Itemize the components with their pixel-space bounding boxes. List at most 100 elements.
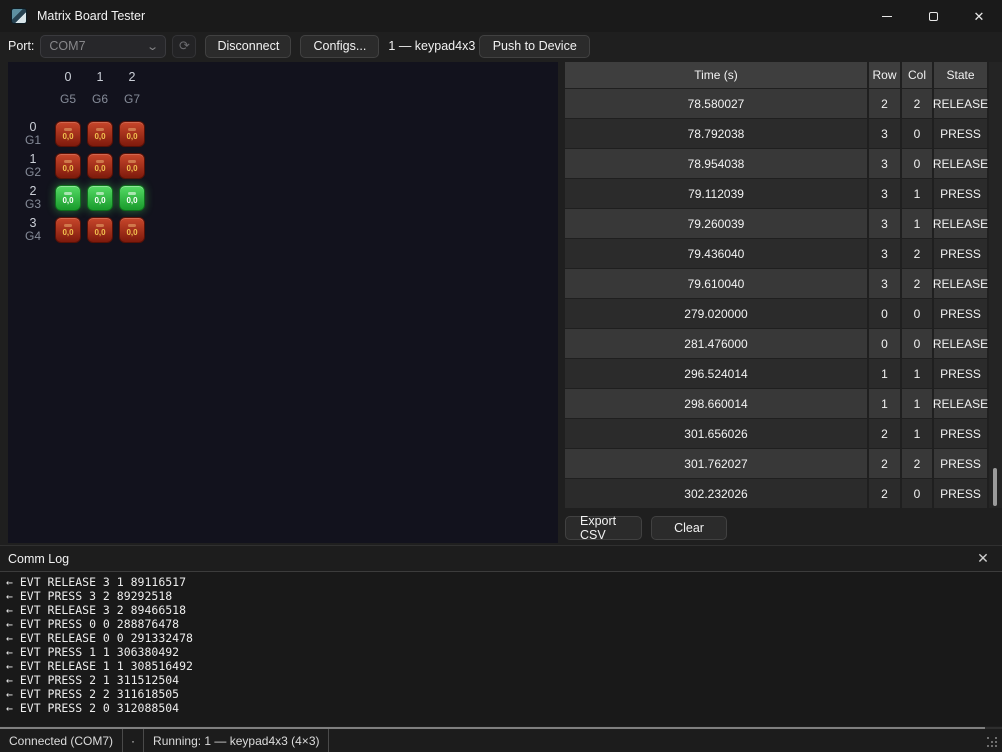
cell-col[interactable]: 2 — [902, 269, 932, 298]
push-to-device-button[interactable]: Push to Device — [479, 35, 590, 58]
matrix-row-label: 1 G2 — [14, 150, 52, 182]
cell-row[interactable]: 2 — [869, 449, 900, 478]
key-r0c1[interactable]: 0,0 — [87, 121, 113, 147]
cell-col[interactable]: 0 — [902, 299, 932, 328]
maximize-button[interactable] — [910, 0, 956, 32]
column-header-row[interactable]: Row — [869, 62, 900, 88]
cell-col[interactable]: 2 — [902, 239, 932, 268]
cell-col[interactable]: 0 — [902, 119, 932, 148]
clear-button[interactable]: Clear — [651, 516, 727, 540]
cell-col[interactable]: 1 — [902, 419, 932, 448]
cell-time[interactable]: 279.020000 — [565, 299, 867, 328]
column-header-time[interactable]: Time (s) — [565, 62, 867, 88]
key-r2c2[interactable]: 0,0 — [119, 185, 145, 211]
cell-col[interactable]: 0 — [902, 149, 932, 178]
cell-time[interactable]: 78.792038 — [565, 119, 867, 148]
refresh-ports-button[interactable]: ⟳ — [172, 35, 196, 58]
cell-state[interactable]: PRESS — [934, 119, 987, 148]
key-r1c0[interactable]: 0,0 — [55, 153, 81, 179]
cell-row[interactable]: 3 — [869, 209, 900, 238]
cell-time[interactable]: 79.436040 — [565, 239, 867, 268]
cell-state[interactable]: PRESS — [934, 239, 987, 268]
connection-status: Connected (COM7) — [0, 729, 123, 752]
key-r2c0[interactable]: 0,0 — [55, 185, 81, 211]
cell-row[interactable]: 2 — [869, 419, 900, 448]
key-r1c1[interactable]: 0,0 — [87, 153, 113, 179]
table-scrollbar-thumb[interactable] — [993, 468, 997, 506]
cell-time[interactable]: 78.954038 — [565, 149, 867, 178]
cell-row[interactable]: 1 — [869, 389, 900, 418]
cell-row[interactable]: 3 — [869, 269, 900, 298]
cell-time[interactable]: 298.660014 — [565, 389, 867, 418]
status-bar: Connected (COM7) · Running: 1 — keypad4x… — [0, 729, 1002, 752]
cell-state[interactable]: RELEASE — [934, 89, 987, 118]
comm-log-close-button[interactable]: ✕ — [974, 550, 992, 568]
cell-col[interactable]: 0 — [902, 479, 932, 508]
port-select[interactable]: COM7 ⌄ — [40, 35, 166, 58]
table-scrollbar[interactable] — [989, 62, 1002, 508]
cell-state[interactable]: RELEASE — [934, 329, 987, 358]
cell-state[interactable]: PRESS — [934, 299, 987, 328]
key-r1c2[interactable]: 0,0 — [119, 153, 145, 179]
key-r0c2[interactable]: 0,0 — [119, 121, 145, 147]
export-csv-button[interactable]: Export CSV — [565, 516, 642, 540]
cell-col[interactable]: 1 — [902, 209, 932, 238]
key-count: 0,0 — [62, 132, 73, 141]
cell-row[interactable]: 3 — [869, 119, 900, 148]
comm-log-body[interactable]: ← EVT RELEASE 3 1 89116517 ← EVT PRESS 3… — [0, 571, 1002, 726]
key-count: 0,0 — [94, 196, 105, 205]
cell-state[interactable]: RELEASE — [934, 389, 987, 418]
disconnect-button[interactable]: Disconnect — [205, 35, 291, 58]
key-gloss — [96, 224, 104, 227]
cell-time[interactable]: 79.260039 — [565, 209, 867, 238]
cell-row[interactable]: 2 — [869, 479, 900, 508]
cell-time[interactable]: 301.762027 — [565, 449, 867, 478]
configs-button[interactable]: Configs... — [300, 35, 379, 58]
key-gloss — [96, 192, 104, 195]
cell-state[interactable]: PRESS — [934, 419, 987, 448]
cell-col[interactable]: 1 — [902, 389, 932, 418]
cell-time[interactable]: 79.112039 — [565, 179, 867, 208]
key-count: 0,0 — [62, 228, 73, 237]
cell-time[interactable]: 78.580027 — [565, 89, 867, 118]
cell-state[interactable]: RELEASE — [934, 209, 987, 238]
cell-state[interactable]: RELEASE — [934, 149, 987, 178]
cell-row[interactable]: 3 — [869, 149, 900, 178]
cell-row[interactable]: 0 — [869, 329, 900, 358]
cell-time[interactable]: 296.524014 — [565, 359, 867, 388]
key-r0c0[interactable]: 0,0 — [55, 121, 81, 147]
cell-time[interactable]: 281.476000 — [565, 329, 867, 358]
close-icon: ✕ — [977, 550, 989, 567]
key-r3c1[interactable]: 0,0 — [87, 217, 113, 243]
cell-col[interactable]: 2 — [902, 449, 932, 478]
resize-grip[interactable] — [987, 737, 999, 749]
column-header-col[interactable]: Col — [902, 62, 932, 88]
minimize-button[interactable] — [864, 0, 910, 32]
cell-row[interactable]: 3 — [869, 179, 900, 208]
cell-col[interactable]: 1 — [902, 359, 932, 388]
comm-log-panel: Comm Log ✕ ← EVT RELEASE 3 1 89116517 ← … — [0, 545, 1002, 729]
cell-row[interactable]: 1 — [869, 359, 900, 388]
cell-col[interactable]: 0 — [902, 329, 932, 358]
cell-row[interactable]: 0 — [869, 299, 900, 328]
cell-time[interactable]: 301.656026 — [565, 419, 867, 448]
cell-state[interactable]: PRESS — [934, 449, 987, 478]
cell-time[interactable]: 302.232026 — [565, 479, 867, 508]
column-header-state[interactable]: State — [934, 62, 987, 88]
cell-state[interactable]: RELEASE — [934, 269, 987, 298]
maximize-icon — [929, 12, 938, 21]
key-r3c0[interactable]: 0,0 — [55, 217, 81, 243]
cell-time[interactable]: 79.610040 — [565, 269, 867, 298]
cell-col[interactable]: 1 — [902, 179, 932, 208]
cell-col[interactable]: 2 — [902, 89, 932, 118]
key-gloss — [64, 128, 72, 131]
close-button[interactable]: ✕ — [956, 0, 1002, 32]
cell-state[interactable]: PRESS — [934, 359, 987, 388]
key-r2c1[interactable]: 0,0 — [87, 185, 113, 211]
cell-state[interactable]: PRESS — [934, 179, 987, 208]
cell-row[interactable]: 3 — [869, 239, 900, 268]
key-r3c2[interactable]: 0,0 — [119, 217, 145, 243]
cell-state[interactable]: PRESS — [934, 479, 987, 508]
matrix-col-number: 1 — [84, 66, 116, 88]
cell-row[interactable]: 2 — [869, 89, 900, 118]
